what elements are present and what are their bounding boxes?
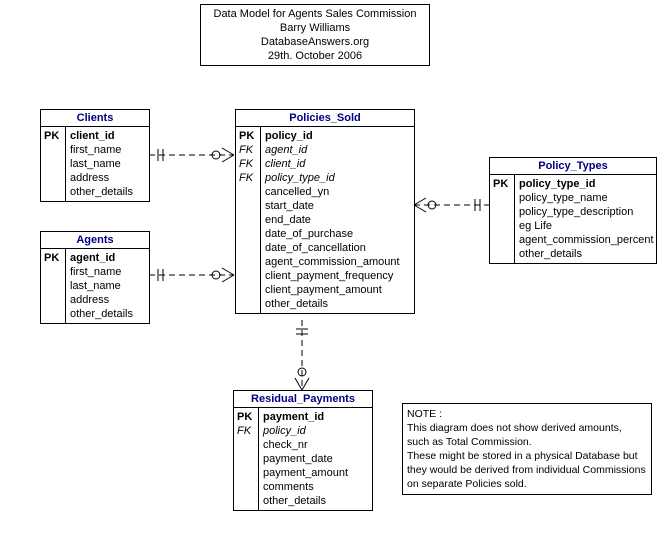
title-line: Barry Williams <box>209 21 421 35</box>
col: start_date <box>265 199 400 213</box>
entity-header: Agents <box>41 232 149 249</box>
col: policy_type_id <box>265 171 400 185</box>
col: eg Life <box>519 219 654 233</box>
title-line: Data Model for Agents Sales Commission <box>209 7 421 21</box>
col: address <box>70 293 133 307</box>
rel-agents-policies <box>149 268 234 282</box>
note-line: on separate Policies sold. <box>407 477 647 491</box>
col: cancelled_yn <box>265 185 400 199</box>
col: end_date <box>265 213 400 227</box>
entity-header: Policies_Sold <box>236 110 414 127</box>
col: client_id <box>265 157 400 171</box>
col: policy_type_description <box>519 205 654 219</box>
entity-header: Clients <box>41 110 149 127</box>
key-marker: FK <box>239 157 257 171</box>
col: policy_type_name <box>519 191 654 205</box>
title-box: Data Model for Agents Sales Commission B… <box>200 4 430 66</box>
title-line: DatabaseAnswers.org <box>209 35 421 49</box>
note-line: NOTE : <box>407 407 647 421</box>
key-marker: FK <box>239 171 257 185</box>
col: payment_date <box>263 452 348 466</box>
col: comments <box>263 480 348 494</box>
entity-clients: Clients PK client_id first_name last_nam… <box>40 109 150 202</box>
col: date_of_purchase <box>265 227 400 241</box>
col: client_payment_amount <box>265 283 400 297</box>
col: check_nr <box>263 438 348 452</box>
col: policy_id <box>263 424 348 438</box>
rel-policies-residual <box>295 320 309 390</box>
title-line: 29th. October 2006 <box>209 49 421 63</box>
col: agent_id <box>70 251 133 265</box>
col: other_details <box>70 185 133 199</box>
entity-residual-payments: Residual_Payments PK FK payment_id polic… <box>233 390 373 511</box>
rel-policies-policytypes <box>414 198 489 212</box>
col: date_of_cancellation <box>265 241 400 255</box>
col: first_name <box>70 265 133 279</box>
col: client_payment_frequency <box>265 269 400 283</box>
col: agent_commission_percent <box>519 233 654 247</box>
col: last_name <box>70 279 133 293</box>
col: policy_type_id <box>519 177 654 191</box>
entity-agents: Agents PK agent_id first_name last_name … <box>40 231 150 324</box>
key-marker: PK <box>44 129 62 143</box>
col: other_details <box>519 247 654 261</box>
note-box: NOTE : This diagram does not show derive… <box>402 403 652 495</box>
col: client_id <box>70 129 133 143</box>
rel-clients-policies <box>149 148 234 162</box>
col: agent_commission_amount <box>265 255 400 269</box>
entity-header: Policy_Types <box>490 158 656 175</box>
key-marker: PK <box>493 177 511 191</box>
entity-policy-types: Policy_Types PK policy_type_id policy_ty… <box>489 157 657 264</box>
col: last_name <box>70 157 133 171</box>
entity-header: Residual_Payments <box>234 391 372 408</box>
note-line: they would be derived from individual Co… <box>407 463 647 477</box>
col: agent_id <box>265 143 400 157</box>
col: other_details <box>265 297 400 311</box>
col: other_details <box>70 307 133 321</box>
col: payment_id <box>263 410 348 424</box>
col: other_details <box>263 494 348 508</box>
key-marker: PK <box>44 251 62 265</box>
note-line: such as Total Commission. <box>407 435 647 449</box>
col: payment_amount <box>263 466 348 480</box>
note-line: This diagram does not show derived amoun… <box>407 421 647 435</box>
key-marker: PK <box>237 410 255 424</box>
entity-policies-sold: Policies_Sold PK FK FK FK policy_id agen… <box>235 109 415 314</box>
key-marker: FK <box>237 424 255 438</box>
key-marker: PK <box>239 129 257 143</box>
col: first_name <box>70 143 133 157</box>
note-line: These might be stored in a physical Data… <box>407 449 647 463</box>
key-marker: FK <box>239 143 257 157</box>
col: address <box>70 171 133 185</box>
col: policy_id <box>265 129 400 143</box>
